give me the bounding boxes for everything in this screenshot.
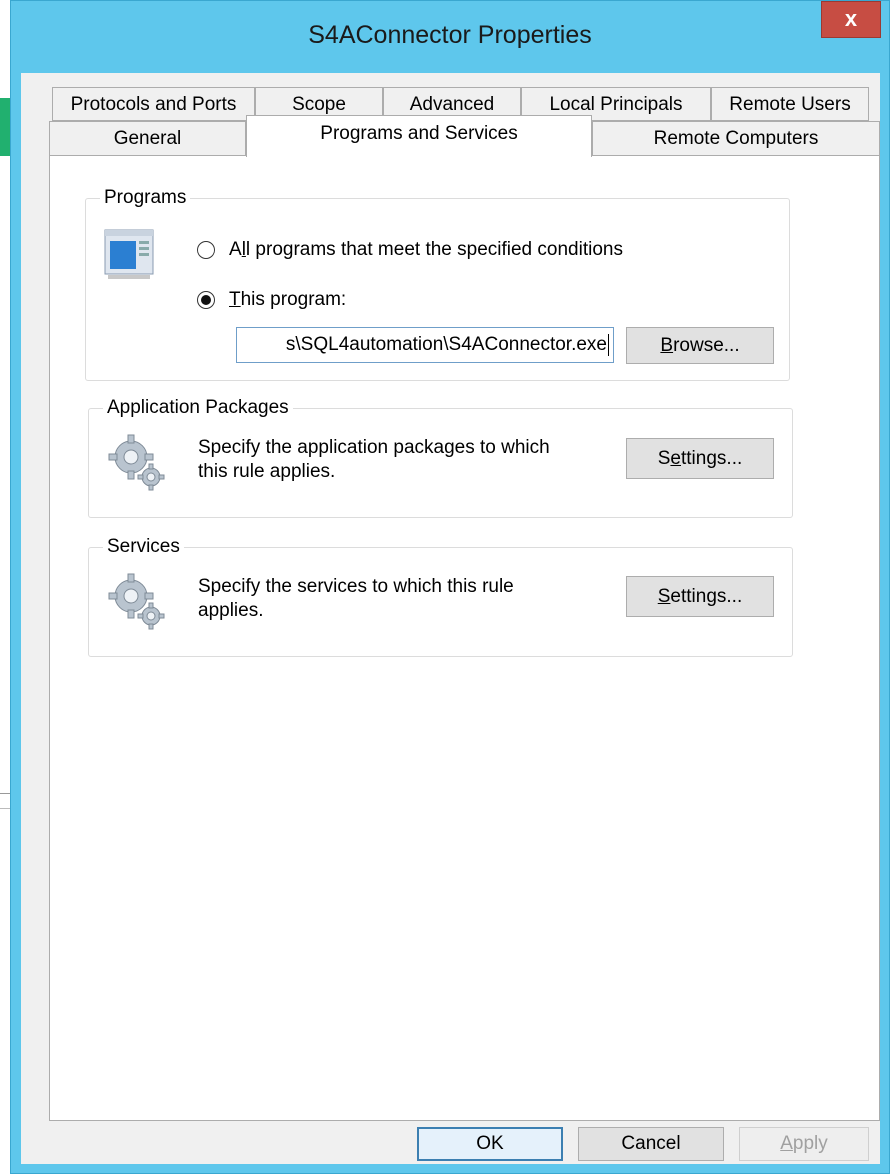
program-window-icon <box>104 229 154 287</box>
tab-programs-and-services[interactable]: Programs and Services <box>246 115 592 157</box>
label-mnemonic: A <box>780 1133 793 1154</box>
window-title: S4AConnector Properties <box>308 21 592 49</box>
gears-icon <box>107 433 167 499</box>
programs-group: Programs All programs that meet the spec… <box>85 187 790 381</box>
services-description-line2: applies. <box>198 600 264 621</box>
services-description-line1: Specify the services to which this rule <box>198 576 514 597</box>
close-button[interactable]: x <box>821 1 881 38</box>
application-packages-description-line1: Specify the application packages to whic… <box>198 437 550 458</box>
label-part: his program: <box>240 289 347 310</box>
label-mnemonic: S <box>657 586 671 607</box>
browse-button[interactable]: Browse... <box>626 327 774 364</box>
label-part: S <box>657 448 671 469</box>
apply-button[interactable]: Apply <box>739 1127 869 1161</box>
ok-button[interactable]: OK <box>417 1127 563 1161</box>
radio-all-programs[interactable] <box>197 241 215 259</box>
radio-this-program[interactable] <box>197 291 215 309</box>
radio-all-programs-label[interactable]: All programs that meet the specified con… <box>229 239 623 261</box>
tab-panel-programs-and-services: Programs All programs that meet the spec… <box>49 155 880 1121</box>
label-part: rowse... <box>673 335 740 356</box>
application-packages-group-label: Application Packages <box>103 397 293 419</box>
application-packages-settings-button[interactable]: Settings... <box>626 438 774 479</box>
label-part: A <box>229 239 242 260</box>
services-group: Services Specify the services to which t… <box>88 536 793 657</box>
radio-this-program-label[interactable]: This program: <box>229 289 346 311</box>
dialog-client-area: Protocols and Ports Scope Advanced Local… <box>21 73 880 1164</box>
tab-protocols-and-ports[interactable]: Protocols and Ports <box>52 87 255 121</box>
services-group-label: Services <box>103 536 184 558</box>
services-settings-button[interactable]: Settings... <box>626 576 774 617</box>
label-part: pply <box>792 1133 828 1154</box>
application-packages-description-line2: this rule applies. <box>198 461 336 482</box>
label-mnemonic: B <box>660 335 674 356</box>
properties-dialog: S4AConnector Properties x Protocols and … <box>10 0 890 1174</box>
program-path-input[interactable]: s\SQL4automation\S4AConnector.exe <box>236 327 614 363</box>
cancel-button[interactable]: Cancel <box>578 1127 724 1161</box>
application-packages-group: Application Packages Specify the applica… <box>88 397 793 518</box>
label-mnemonic: e <box>670 448 681 469</box>
tab-remote-computers[interactable]: Remote Computers <box>592 121 880 156</box>
tab-remote-users[interactable]: Remote Users <box>711 87 869 121</box>
gears-icon <box>107 572 167 638</box>
label-mnemonic: T <box>229 289 241 310</box>
label-part: ttings... <box>681 448 743 469</box>
programs-group-label: Programs <box>100 187 191 209</box>
tab-general[interactable]: General <box>49 121 246 156</box>
label-part: ettings... <box>670 586 743 607</box>
text-caret <box>608 334 609 356</box>
title-bar[interactable]: S4AConnector Properties x <box>11 1 889 73</box>
program-path-value: s\SQL4automation\S4AConnector.exe <box>285 334 607 355</box>
label-part: l programs that meet the specified condi… <box>245 239 623 260</box>
